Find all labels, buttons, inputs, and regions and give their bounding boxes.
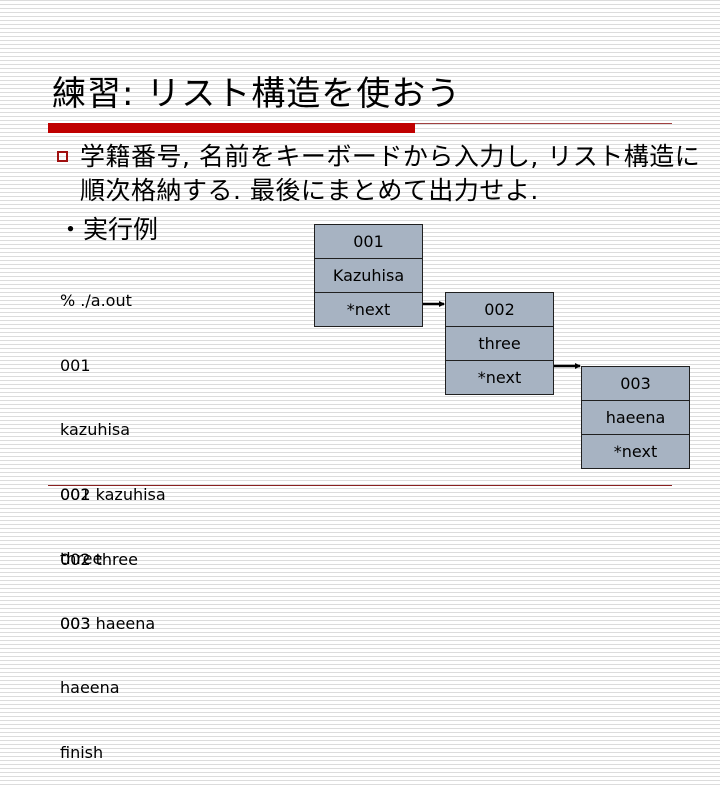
- node-pointer-cell: *next: [346, 300, 391, 319]
- node-name-cell: Kazuhisa: [315, 259, 422, 293]
- bullet-text-line-1: 学籍番号, 名前をキーボードから入力し, リスト構造に: [80, 142, 701, 171]
- list-node-1: 001 Kazuhisa *next: [314, 224, 423, 327]
- example-label: ・実行例: [58, 215, 159, 244]
- square-bullet-icon: [57, 151, 68, 162]
- list-node-3: 003 haeena *next: [581, 366, 690, 469]
- node-name-cell: haeena: [582, 401, 689, 435]
- node-id-cell: 003: [582, 367, 689, 401]
- node-pointer-cell: *next: [613, 442, 658, 461]
- node-name-cell: three: [446, 327, 553, 361]
- slide-title: 練習: リスト構造を使おう: [52, 74, 462, 114]
- console-line: 003 haeena: [60, 614, 156, 633]
- console-line: % ./a.out: [60, 291, 132, 310]
- console-line: 002 three: [60, 549, 138, 569]
- console-output-block: 001 kazuhisa 002 three 003 haeena: [60, 441, 166, 656]
- node-pointer-cell: *next: [477, 368, 522, 387]
- bullet-text-line-2: 順次格納する. 最後にまとめて出力せよ.: [80, 176, 539, 205]
- console-line: 001 kazuhisa: [60, 485, 166, 504]
- node-id-cell: 001: [315, 225, 422, 259]
- console-line: kazuhisa: [60, 420, 131, 439]
- list-node-2: 002 three *next: [445, 292, 554, 395]
- footer-rule: [48, 485, 672, 486]
- console-line: 001: [60, 355, 91, 375]
- title-underline-rule: [415, 123, 672, 124]
- console-line: haeena: [60, 678, 120, 697]
- console-line: finish: [60, 742, 104, 762]
- node-id-cell: 002: [446, 293, 553, 327]
- title-underline-bar: [48, 123, 415, 133]
